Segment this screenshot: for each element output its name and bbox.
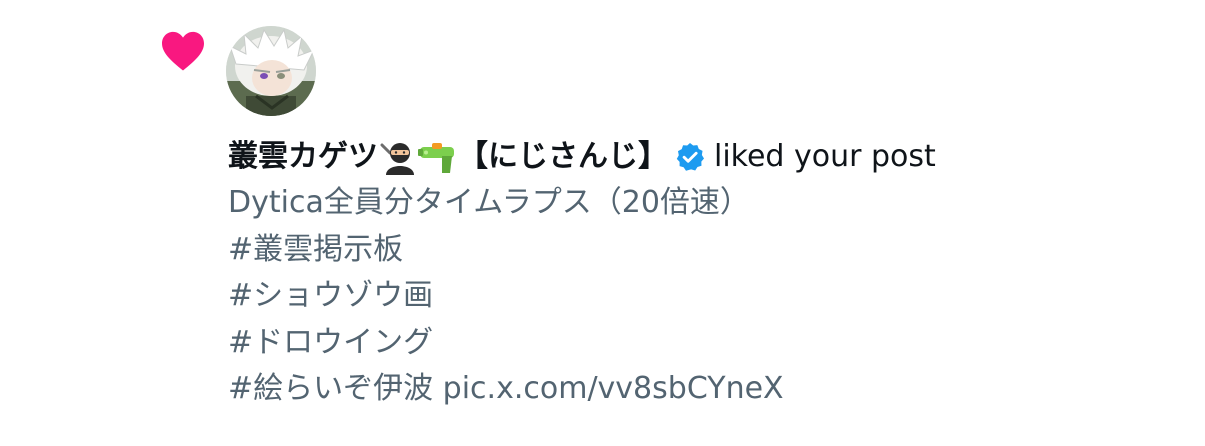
avatar-illustration bbox=[226, 26, 316, 116]
notification-body: 叢雲カゲツ 【にじさんじ】 liked your post Dytica全員分タ… bbox=[228, 134, 1188, 413]
like-notification[interactable]: 叢雲カゲツ 【にじさんじ】 liked your post Dytica全員分タ… bbox=[0, 0, 1205, 446]
post-line: #絵らいぞ伊波 pic.x.com/vv8sbCYneX bbox=[228, 371, 784, 406]
notification-headline: 叢雲カゲツ 【にじさんじ】 liked your post bbox=[228, 134, 1188, 180]
ninja-emoji-icon bbox=[380, 143, 414, 175]
post-line: #ドロウイング bbox=[228, 324, 434, 360]
post-preview[interactable]: Dytica全員分タイムラプス（20倍速） #叢雲掲示板 #ショウゾウ画 #ドロ… bbox=[228, 180, 1188, 413]
post-line: #叢雲掲示板 bbox=[228, 231, 404, 267]
verified-badge-icon bbox=[676, 143, 704, 171]
user-name-suffix[interactable]: 【にじさんじ】 bbox=[458, 134, 668, 180]
avatar[interactable] bbox=[226, 26, 316, 116]
user-name[interactable]: 叢雲カゲツ bbox=[228, 134, 378, 180]
heart-icon bbox=[162, 31, 204, 71]
water-pistol-emoji-icon bbox=[418, 143, 454, 173]
post-line: Dytica全員分タイムラプス（20倍速） bbox=[228, 185, 750, 220]
action-text: liked your post bbox=[714, 139, 936, 174]
post-line: #ショウゾウ画 bbox=[228, 278, 434, 313]
